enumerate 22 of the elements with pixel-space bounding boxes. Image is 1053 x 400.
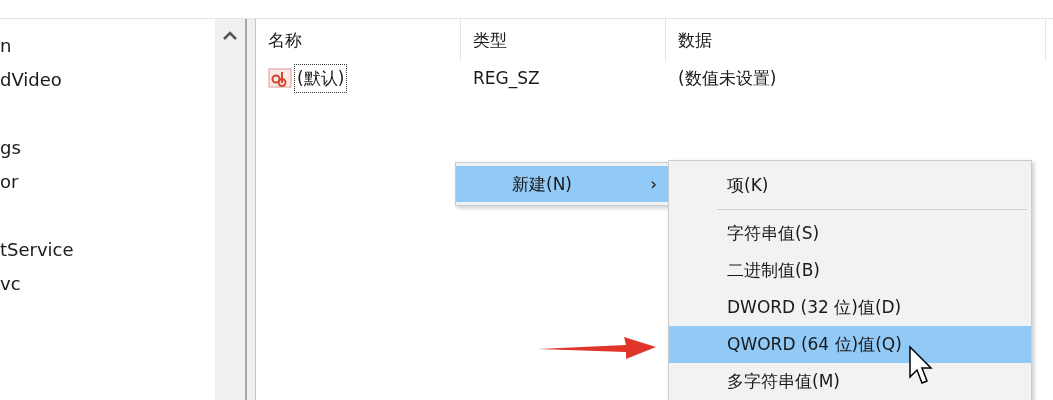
menu-item[interactable]: 新建(N) ›: [456, 166, 669, 202]
cursor-icon: [908, 345, 934, 387]
column-header[interactable]: 名称: [256, 19, 461, 61]
menu-item[interactable]: 多字符串值(M): [669, 363, 1031, 400]
table-cell: REG_SZ: [473, 68, 540, 88]
tree-item[interactable]: vc: [0, 267, 215, 301]
menu-item[interactable]: 二进制值(B): [669, 252, 1031, 289]
tree-item[interactable]: dVideo: [0, 63, 215, 97]
menu-item[interactable]: 字符串值(S): [669, 215, 1031, 252]
tree-item[interactable]: or: [0, 165, 215, 199]
tree-item[interactable]: gs: [0, 131, 215, 165]
tree-item[interactable]: n: [0, 29, 215, 63]
menu-item[interactable]: 项(K): [669, 167, 1031, 204]
string-value-icon: [268, 67, 292, 89]
table-cell[interactable]: (默认): [294, 63, 348, 93]
menu-item[interactable]: QWORD (64 位)值(Q): [669, 326, 1031, 363]
column-header[interactable]: 类型: [461, 19, 666, 61]
tree-item[interactable]: tService: [0, 233, 215, 267]
column-header[interactable]: 数据: [666, 19, 1046, 61]
scroll-up-icon[interactable]: [223, 31, 237, 40]
table-cell: (数值未设置): [678, 66, 777, 90]
menu-item[interactable]: DWORD (32 位)值(D): [669, 289, 1031, 326]
